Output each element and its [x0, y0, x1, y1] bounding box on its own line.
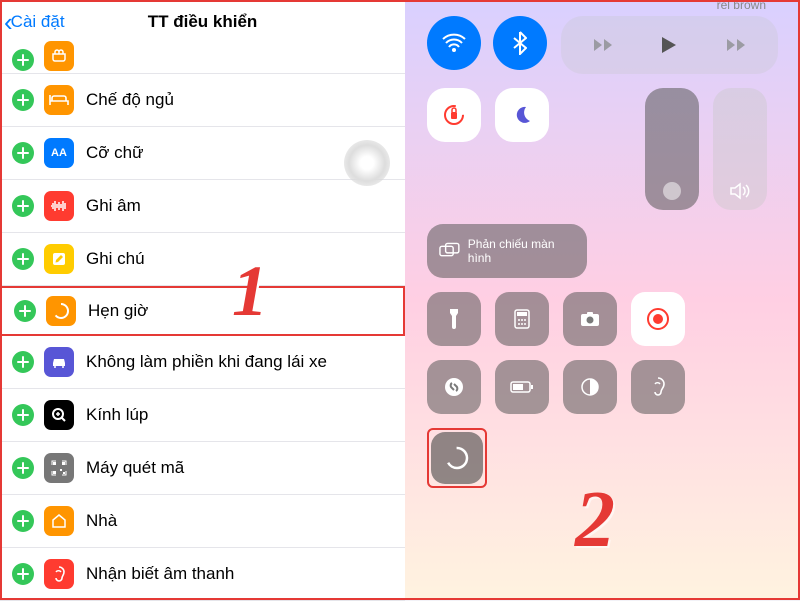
image-border	[0, 0, 800, 600]
